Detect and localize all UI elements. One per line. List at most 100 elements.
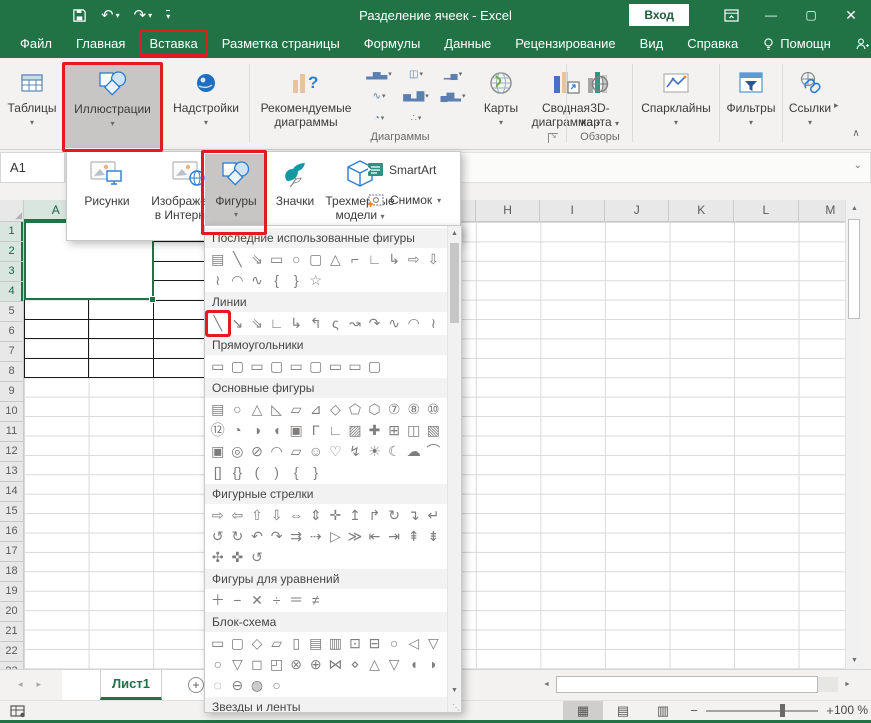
sparklines-button[interactable]: Спарклайны ▾ [636, 62, 716, 146]
shape-item[interactable]: ↳ [384, 249, 404, 270]
row-header-11[interactable]: 11 [0, 422, 23, 442]
row-header-16[interactable]: 16 [0, 522, 23, 542]
shape-item[interactable]: ∟ [267, 313, 287, 334]
shape-item[interactable]: ▽ [228, 654, 248, 675]
column-header-j[interactable]: J [605, 200, 670, 221]
scroll-up-icon[interactable]: ▲ [448, 226, 461, 241]
shape-item[interactable]: ≀ [424, 313, 444, 334]
vertical-scroll-thumb[interactable] [848, 219, 860, 319]
shape-item[interactable]: ◔ [228, 420, 248, 441]
shape-item[interactable]: ▤ [306, 633, 326, 654]
shape-item[interactable]: ◎ [228, 441, 248, 462]
shape-item[interactable]: ⑫ [208, 420, 228, 441]
shape-item[interactable]: ↻ [384, 505, 404, 526]
screenshot-menu-item[interactable]: Снимок ▾ [367, 192, 441, 208]
shape-item[interactable]: ⇘ [247, 249, 267, 270]
save-button[interactable] [72, 8, 87, 23]
shape-item[interactable]: ▧ [424, 420, 444, 441]
shape-item[interactable]: ▽ [424, 633, 444, 654]
column-header-h[interactable]: H [476, 200, 541, 221]
shape-item[interactable]: ↵ [424, 505, 444, 526]
tab-formulas[interactable]: Формулы [352, 30, 433, 58]
resize-grip-icon[interactable]: ⋱ [452, 703, 460, 712]
shape-item[interactable]: ◇ [326, 399, 346, 420]
shape-item[interactable]: ↺ [247, 547, 267, 568]
shape-item[interactable]: ∟ [326, 420, 346, 441]
shape-item[interactable]: ▭ [247, 356, 267, 377]
shape-item[interactable]: △ [247, 399, 267, 420]
row-header-9[interactable]: 9 [0, 382, 23, 402]
shape-item[interactable]: ▤ [208, 399, 228, 420]
shape-item[interactable]: ☆ [306, 270, 326, 291]
shape-item[interactable]: ⌒ [424, 441, 444, 462]
zoom-level[interactable]: 100 % [832, 703, 868, 717]
scroll-down-icon[interactable]: ▼ [846, 652, 863, 669]
filters-button[interactable]: Фильтры ▾ [723, 62, 779, 146]
row-header-15[interactable]: 15 [0, 502, 23, 522]
shape-item[interactable]: } [306, 462, 326, 483]
shape-item[interactable]: ⬡ [365, 399, 385, 420]
shape-item[interactable]: ⊖ [228, 675, 248, 696]
shape-item[interactable]: ς [326, 313, 346, 334]
shape-item[interactable]: ⋄ [345, 654, 365, 675]
shape-item[interactable]: ▱ [267, 633, 287, 654]
vertical-scrollbar[interactable]: ▲ ▼ [845, 200, 862, 669]
shape-item[interactable]: ⇨ [208, 505, 228, 526]
shape-item[interactable]: ◁ [404, 633, 424, 654]
shape-item[interactable]: } [286, 270, 306, 291]
tables-button[interactable]: Таблицы ▾ [2, 62, 62, 146]
select-all-corner[interactable]: ◢ [0, 200, 24, 222]
shape-item[interactable]: ⊞ [384, 420, 404, 441]
shape-item[interactable]: ↷ [365, 313, 385, 334]
sheet-nav-arrows[interactable]: ◂▸ [18, 679, 55, 690]
shape-item[interactable]: [] [208, 462, 228, 483]
shape-item[interactable]: ＋ [208, 590, 228, 611]
shape-item[interactable]: ◌ [208, 675, 228, 696]
shape-item[interactable]: ◑ [247, 420, 267, 441]
maximize-button[interactable]: ▢ [791, 0, 831, 30]
minimize-button[interactable]: — [751, 0, 791, 30]
shape-item[interactable]: ╲ [208, 313, 228, 334]
shape-item[interactable]: ⑧ [404, 399, 424, 420]
row-header-1[interactable]: 1 [0, 222, 23, 242]
shape-item[interactable]: ◫ [404, 420, 424, 441]
shape-item[interactable]: ↰ [306, 313, 326, 334]
shape-item[interactable]: ∿ [384, 313, 404, 334]
shape-item[interactable]: ◠ [267, 441, 287, 462]
row-header-4[interactable]: 4 [0, 282, 23, 302]
shape-item[interactable]: ) [267, 462, 287, 483]
undo-button[interactable]: ↶▾ [101, 6, 120, 24]
shape-item[interactable]: {} [228, 462, 248, 483]
shape-item[interactable]: ↯ [345, 441, 365, 462]
chart-type-button[interactable]: ∴▾ [399, 108, 433, 128]
shapes-menu-item[interactable]: Фигуры ▾ [205, 154, 267, 236]
shape-item[interactable]: ▤ [208, 249, 228, 270]
shape-item[interactable]: ⌐ [345, 249, 365, 270]
shape-item[interactable]: ⇦ [228, 505, 248, 526]
shape-item[interactable]: ↺ [208, 526, 228, 547]
shape-item[interactable]: ▨ [345, 420, 365, 441]
customize-qat-button[interactable]: ▾ [166, 10, 170, 21]
zoom-slider-thumb[interactable] [780, 704, 785, 717]
shape-item[interactable]: ▭ [267, 249, 287, 270]
row-header-5[interactable]: 5 [0, 302, 23, 322]
shape-item[interactable]: ≫ [345, 526, 365, 547]
shape-item[interactable]: ✕ [247, 590, 267, 611]
shape-item[interactable]: ◠ [404, 313, 424, 334]
shape-item[interactable]: ◺ [267, 399, 287, 420]
shape-item[interactable]: { [286, 462, 306, 483]
shape-item[interactable]: ☾ [384, 441, 404, 462]
smartart-menu-item[interactable]: SmartArt [367, 162, 436, 177]
shape-item[interactable]: ◻ [247, 654, 267, 675]
shape-item[interactable]: ⊿ [306, 399, 326, 420]
row-header-7[interactable]: 7 [0, 342, 23, 362]
shape-item[interactable]: ⇘ [247, 313, 267, 334]
shape-item[interactable]: ▢ [228, 356, 248, 377]
row-header-17[interactable]: 17 [0, 542, 23, 562]
shape-item[interactable]: − [228, 590, 248, 611]
shape-item[interactable]: ○ [228, 399, 248, 420]
scroll-down-icon[interactable]: ▼ [448, 683, 461, 698]
chart-type-button[interactable]: ▄▆▂▾ [436, 86, 470, 106]
shape-item[interactable]: ⇩ [424, 249, 444, 270]
chart-type-button[interactable]: ∿▾ [362, 86, 396, 106]
